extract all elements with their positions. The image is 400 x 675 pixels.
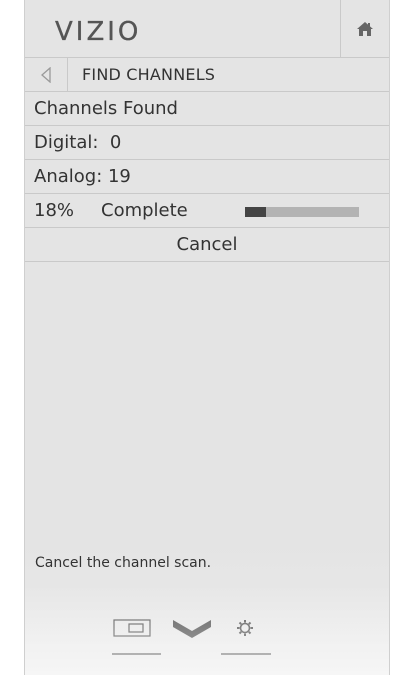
panel-header: VIZIO	[25, 0, 389, 58]
progress-percent: 18%	[34, 200, 75, 221]
progress-bar-fill	[245, 207, 266, 217]
back-button[interactable]	[25, 58, 68, 91]
progress-row: 18% Complete	[25, 194, 389, 228]
digital-count: Digital: 0	[34, 132, 122, 153]
settings-panel: VIZIO FIND CHANNELS Channels Found Digit…	[24, 0, 390, 675]
digital-count-row: Digital: 0	[25, 126, 389, 160]
progress-bar	[245, 207, 359, 217]
vizio-logo: VIZIO	[55, 17, 141, 46]
home-icon	[357, 21, 373, 36]
cancel-label: Cancel	[176, 234, 238, 255]
nav-row: FIND CHANNELS	[25, 58, 389, 92]
settings-gear-icon[interactable]	[221, 620, 271, 655]
back-arrow-icon	[41, 66, 51, 83]
input-source-icon[interactable]	[112, 619, 161, 655]
analog-count-row: Analog: 19	[25, 160, 389, 194]
vizio-v-icon[interactable]	[173, 620, 211, 638]
progress-status: Complete	[101, 200, 188, 221]
help-text: Cancel the channel scan.	[35, 555, 212, 571]
analog-count: Analog: 19	[34, 166, 131, 187]
svg-text:VIZIO: VIZIO	[55, 17, 141, 46]
channels-found-row: Channels Found	[25, 92, 389, 126]
screen-title: FIND CHANNELS	[82, 65, 216, 84]
channels-found-label: Channels Found	[34, 98, 178, 119]
home-button[interactable]	[340, 0, 389, 57]
cancel-button[interactable]: Cancel	[25, 228, 389, 262]
bottom-nav-graphic	[112, 619, 271, 655]
bottom-nav-bar	[25, 606, 389, 656]
